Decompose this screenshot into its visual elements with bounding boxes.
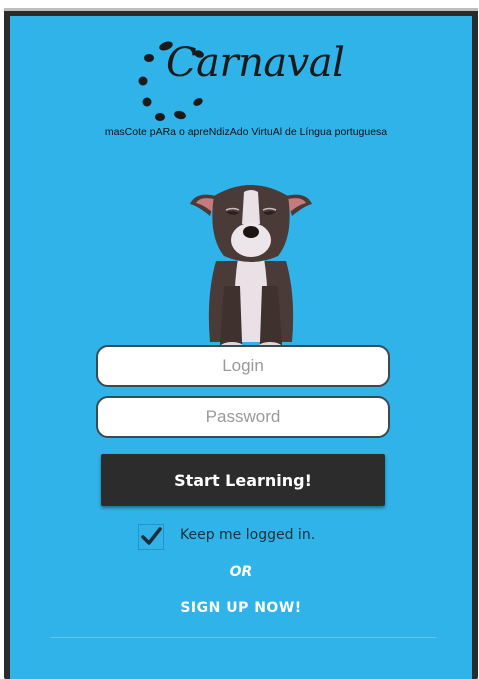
checkmark-icon [141, 527, 162, 545]
bottom-divider [50, 637, 436, 638]
keep-logged-in-label: Keep me logged in. [180, 527, 316, 543]
or-separator-label: OR [229, 564, 253, 580]
logo: Carnaval [136, 38, 376, 138]
keep-logged-in-checkbox[interactable] [138, 524, 164, 550]
password-input[interactable] [96, 396, 390, 438]
dog-mascot-icon [190, 185, 312, 352]
login-input[interactable] [96, 345, 390, 387]
app-screen: Carnaval masCote pARa o apreNdizAdo Virt… [10, 16, 472, 679]
keep-logged-in-row[interactable]: Keep me logged in. [138, 522, 378, 556]
sign-up-link[interactable]: SIGN UP NOW! [10, 600, 472, 616]
start-learning-button[interactable]: Start Learning! [101, 454, 385, 506]
app-subtitle: masCote pARa o apreNdizAdo VirtuAl de Lí… [104, 126, 388, 138]
logo-text: Carnaval [166, 40, 345, 86]
device-top-edge [4, 8, 478, 11]
